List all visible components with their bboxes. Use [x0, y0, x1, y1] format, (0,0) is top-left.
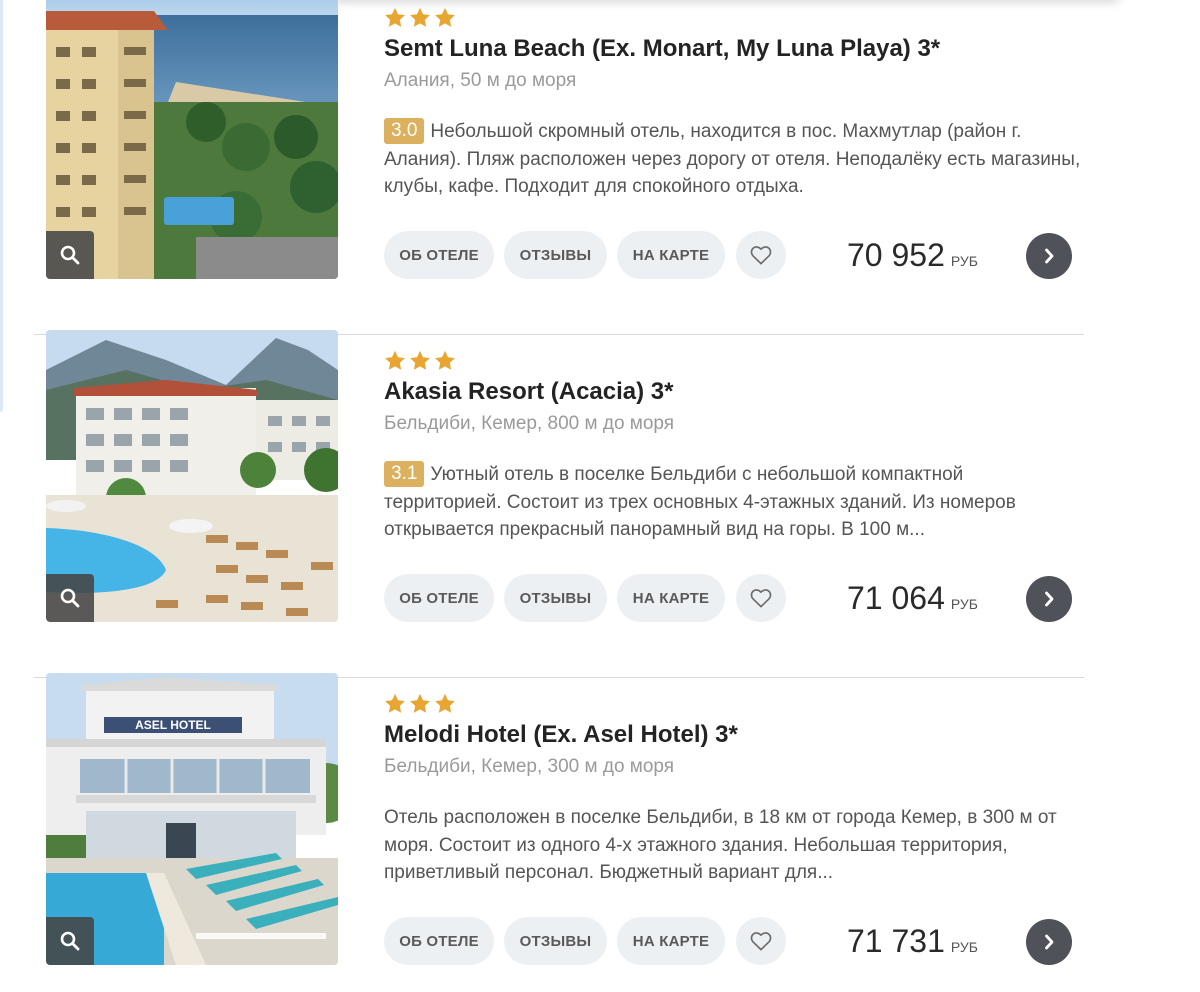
- about-hotel-button[interactable]: ОБ ОТЕЛЕ: [384, 574, 494, 622]
- rating-badge: 3.1: [384, 461, 425, 487]
- price-currency: РУБ: [950, 939, 978, 955]
- map-button[interactable]: НА КАРТЕ: [617, 231, 725, 279]
- hotel-description: Отель расположен в поселке Бельдиби, в 1…: [384, 807, 1057, 883]
- search-icon: [60, 588, 80, 608]
- hotel-price: 71 064 РУБ: [847, 580, 978, 617]
- star-icon: [410, 693, 430, 713]
- price-value: 71 731: [847, 923, 945, 959]
- map-button[interactable]: НА КАРТЕ: [617, 574, 725, 622]
- hotel-name[interactable]: Semt Luna Beach (Ex. Monart, My Luna Pla…: [384, 35, 940, 63]
- star-icon: [435, 693, 455, 713]
- star-icon: [385, 350, 405, 370]
- reviews-button[interactable]: ОТЗЫВЫ: [504, 917, 607, 965]
- zoom-button[interactable]: [46, 231, 94, 279]
- zoom-button[interactable]: [46, 917, 94, 965]
- side-panel-edge: [0, 0, 3, 412]
- chevron-right-icon: [1045, 248, 1054, 264]
- chevron-right-icon: [1045, 591, 1054, 607]
- hotel-card: ASEL HOTEL Melodi Hotel (Ex. Asel Hotel)…: [34, 673, 1084, 992]
- heart-icon: [750, 932, 772, 951]
- star-icon: [435, 350, 455, 370]
- search-icon: [60, 931, 80, 951]
- hotel-sign-text: ASEL HOTEL: [135, 718, 211, 732]
- zoom-button[interactable]: [46, 574, 94, 622]
- favorite-button[interactable]: [736, 574, 786, 622]
- description-text: Небольшой скромный отель, находится в по…: [384, 121, 1081, 197]
- star-rating: [384, 693, 456, 714]
- hotel-price: 70 952 РУБ: [847, 237, 978, 274]
- favorite-button[interactable]: [736, 231, 786, 279]
- hotel-description: 3.1 Уютный отель в поселке Бельдиби с неб…: [384, 461, 1084, 544]
- hotel-list-page: Semt Luna Beach (Ex. Monart, My Luna Pla…: [0, 0, 1200, 992]
- hotel-photo[interactable]: ASEL HOTEL: [46, 673, 338, 965]
- hotel-card: Akasia Resort (Acacia) 3* Бельдиби, Кеме…: [34, 330, 1084, 678]
- hotel-location: Бельдиби, Кемер, 300 м до моря: [384, 756, 675, 777]
- about-hotel-button[interactable]: ОБ ОТЕЛЕ: [384, 231, 494, 279]
- hotel-photo[interactable]: [46, 0, 338, 279]
- hotel-name[interactable]: Melodi Hotel (Ex. Asel Hotel) 3*: [384, 721, 738, 749]
- star-rating: [384, 350, 456, 371]
- price-currency: РУБ: [950, 253, 978, 269]
- open-hotel-button[interactable]: [1026, 919, 1072, 965]
- hotel-photo[interactable]: [46, 330, 338, 622]
- price-value: 71 064: [847, 580, 945, 616]
- star-icon: [410, 7, 430, 27]
- heart-icon: [750, 589, 772, 608]
- reviews-button[interactable]: ОТЗЫВЫ: [504, 231, 607, 279]
- map-button[interactable]: НА КАРТЕ: [617, 917, 725, 965]
- favorite-button[interactable]: [736, 917, 786, 965]
- heart-icon: [750, 246, 772, 265]
- hotel-location: Алания, 50 м до моря: [384, 70, 577, 91]
- hotel-name[interactable]: Akasia Resort (Acacia) 3*: [384, 378, 673, 406]
- open-hotel-button[interactable]: [1026, 576, 1072, 622]
- star-icon: [385, 7, 405, 27]
- price-currency: РУБ: [950, 596, 978, 612]
- hotel-card: Semt Luna Beach (Ex. Monart, My Luna Pla…: [34, 0, 1084, 335]
- star-icon: [435, 7, 455, 27]
- star-icon: [410, 350, 430, 370]
- open-hotel-button[interactable]: [1026, 233, 1072, 279]
- about-hotel-button[interactable]: ОБ ОТЕЛЕ: [384, 917, 494, 965]
- hotel-location: Бельдиби, Кемер, 800 м до моря: [384, 413, 675, 434]
- star-icon: [385, 693, 405, 713]
- hotel-price: 71 731 РУБ: [847, 923, 978, 960]
- chevron-right-icon: [1045, 934, 1054, 950]
- star-rating: [384, 7, 456, 28]
- rating-badge: 3.0: [384, 118, 425, 144]
- reviews-button[interactable]: ОТЗЫВЫ: [504, 574, 607, 622]
- hotel-description: 3.0 Небольшой скромный отель, находится в…: [384, 118, 1084, 201]
- description-text: Уютный отель в поселке Бельдиби с неболь…: [384, 464, 1016, 540]
- price-value: 70 952: [847, 237, 945, 273]
- search-icon: [60, 245, 80, 265]
